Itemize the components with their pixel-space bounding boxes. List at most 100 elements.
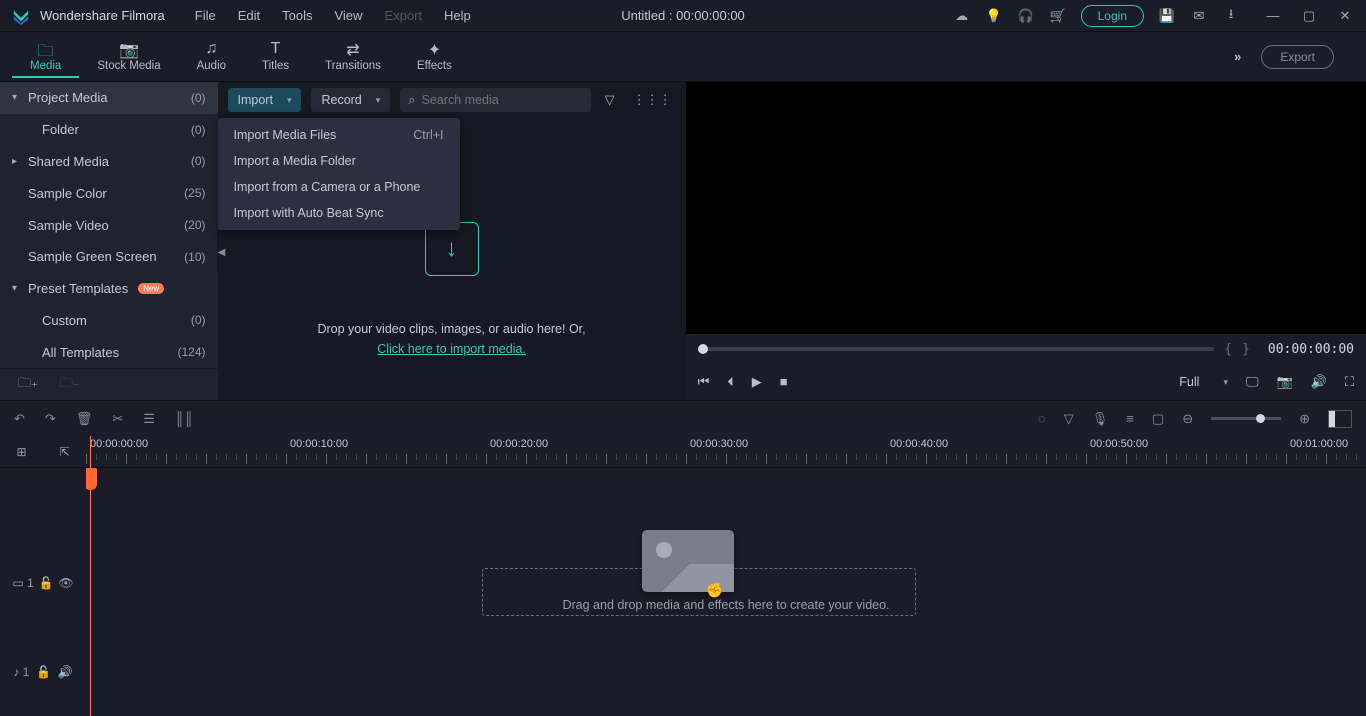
chevron-right-icon: ▸: [12, 156, 22, 167]
speaker-icon[interactable]: 🔊: [58, 665, 73, 679]
tab-titles[interactable]: TTitles: [244, 36, 307, 78]
sidebar-item-preset-templates[interactable]: ▾Preset TemplatesNew: [0, 273, 218, 305]
save-icon[interactable]: 💾: [1158, 7, 1176, 25]
zoom-slider[interactable]: [1211, 417, 1281, 420]
playhead[interactable]: [90, 436, 91, 716]
audio-adjust-icon[interactable]: ║║: [175, 411, 193, 426]
menu-tools[interactable]: Tools: [272, 4, 322, 27]
tab-audio[interactable]: ♫Audio: [179, 36, 244, 78]
tab-effects[interactable]: ✦Effects: [399, 36, 470, 78]
timeline-view-toggle[interactable]: [1328, 410, 1352, 428]
timeline-ruler[interactable]: 00:00:00:00 00:00:10:00 00:00:20:00 00:0…: [86, 436, 1366, 468]
tab-stock-media[interactable]: 📷Stock Media: [79, 36, 178, 78]
headphones-icon[interactable]: 🎧: [1017, 7, 1035, 25]
import-from-camera[interactable]: Import from a Camera or a Phone: [218, 174, 460, 200]
menu-help[interactable]: Help: [434, 4, 481, 27]
sidebar-item-custom[interactable]: Custom(0): [0, 305, 218, 337]
expand-tabs-icon[interactable]: »: [1222, 43, 1251, 70]
cart-icon[interactable]: 🛒: [1049, 7, 1067, 25]
sidebar-item-all-templates[interactable]: All Templates(124): [0, 336, 218, 368]
zoom-out-icon[interactable]: ⊖: [1182, 411, 1193, 427]
drop-text: Drop your video clips, images, or audio …: [317, 322, 585, 336]
volume-icon[interactable]: 🔊: [1311, 374, 1327, 390]
record-dropdown[interactable]: Record▾: [311, 88, 390, 112]
zoom-in-icon[interactable]: ⊕: [1299, 411, 1310, 427]
split-icon[interactable]: ✂: [112, 411, 123, 427]
menu-file[interactable]: File: [185, 4, 226, 27]
magnet-icon[interactable]: ⇱: [59, 445, 69, 459]
render-preview-icon[interactable]: ◌: [1038, 411, 1046, 426]
new-folder-icon[interactable]: 🗀₊: [18, 374, 38, 396]
preview-quality-icon[interactable]: 🖵: [1246, 374, 1259, 390]
menu-edit[interactable]: Edit: [228, 4, 270, 27]
preview-video[interactable]: [686, 82, 1366, 334]
menu-view[interactable]: View: [324, 4, 372, 27]
playhead-handle[interactable]: [86, 468, 97, 490]
chevron-down-icon: ▾: [12, 92, 22, 103]
tabs-row: 🗀Media 📷Stock Media ♫Audio TTitles ⇄Tran…: [0, 32, 1366, 82]
undo-icon[interactable]: ↶: [14, 411, 25, 427]
tab-transitions[interactable]: ⇄Transitions: [307, 36, 399, 78]
folder-icon: 🗀: [38, 40, 54, 58]
mail-icon[interactable]: ✉: [1190, 7, 1208, 25]
bulb-icon[interactable]: 💡: [985, 7, 1003, 25]
snapshot-icon[interactable]: 📷: [1277, 374, 1293, 390]
sidebar-item-sample-video[interactable]: Sample Video(20): [0, 209, 218, 241]
eye-icon[interactable]: 👁: [58, 576, 73, 590]
marker-icon[interactable]: ▽: [1064, 411, 1074, 427]
search-box[interactable]: ⌕: [400, 88, 590, 112]
mark-in-icon[interactable]: {: [1224, 342, 1232, 357]
keyframe-icon[interactable]: ▢: [1152, 411, 1164, 427]
zoom-thumb[interactable]: [1256, 414, 1265, 423]
search-input[interactable]: [422, 93, 583, 107]
stop-icon[interactable]: ■: [780, 374, 788, 390]
audio-track-1[interactable]: [86, 658, 1366, 698]
close-icon[interactable]: ✕: [1336, 7, 1354, 25]
sidebar-item-folder[interactable]: Folder(0): [0, 114, 218, 146]
import-drop-icon[interactable]: ↓: [425, 222, 479, 276]
redo-icon[interactable]: ↷: [45, 411, 56, 427]
chevron-down-icon: ▾: [287, 95, 292, 106]
tab-media[interactable]: 🗀Media: [12, 36, 79, 78]
import-media-files[interactable]: Import Media FilesCtrl+I: [218, 122, 460, 148]
maximize-icon[interactable]: ▢: [1300, 7, 1318, 25]
delete-icon[interactable]: 🗑: [76, 411, 93, 427]
lock-icon[interactable]: 🔓: [36, 665, 51, 679]
import-media-folder[interactable]: Import a Media Folder: [218, 148, 460, 174]
text-icon: T: [271, 40, 281, 58]
transitions-icon: ⇄: [346, 40, 359, 58]
import-auto-beat-sync[interactable]: Import with Auto Beat Sync: [218, 200, 460, 226]
export-button[interactable]: Export: [1261, 45, 1334, 69]
sidebar-item-shared-media[interactable]: ▸Shared Media(0): [0, 146, 218, 178]
mark-out-icon[interactable]: }: [1242, 342, 1250, 357]
preview-fit-dropdown[interactable]: Full▾: [1179, 375, 1228, 389]
filter-icon[interactable]: ▽: [601, 92, 619, 108]
login-button[interactable]: Login: [1081, 5, 1144, 27]
step-back-icon[interactable]: ⏴: [727, 374, 734, 390]
video-track-header[interactable]: ▭ 1 🔓 👁: [0, 538, 86, 627]
audio-track-header[interactable]: ♪ 1 🔓 🔊: [0, 627, 86, 716]
cloud-icon[interactable]: ☁: [953, 7, 971, 25]
preview-scrubber[interactable]: [698, 347, 1215, 351]
download-icon[interactable]: ⭳: [1222, 7, 1240, 25]
sidebar-item-sample-green-screen[interactable]: Sample Green Screen(10): [0, 241, 218, 273]
timeline-body[interactable]: 00:00:00:00 00:00:10:00 00:00:20:00 00:0…: [86, 436, 1366, 716]
track-manager-icon[interactable]: ⊞: [16, 445, 26, 459]
import-dropdown[interactable]: Import▾: [228, 88, 302, 112]
collapse-sidebar-handle[interactable]: ◀: [217, 232, 227, 272]
fullscreen-icon[interactable]: ⛶: [1345, 374, 1354, 390]
import-link[interactable]: Click here to import media.: [377, 342, 526, 356]
lock-icon[interactable]: 🔓: [39, 576, 54, 590]
grid-view-icon[interactable]: ⋮⋮⋮: [629, 92, 676, 108]
preview-scrub-thumb[interactable]: [698, 344, 708, 354]
voiceover-icon[interactable]: 🎙: [1092, 411, 1109, 427]
sidebar-item-project-media[interactable]: ▾Project Media(0): [0, 82, 218, 114]
prev-frame-icon[interactable]: ⏮: [698, 374, 710, 390]
mixer-icon[interactable]: ≡: [1126, 411, 1134, 426]
minimize-icon[interactable]: —: [1264, 7, 1282, 25]
sidebar-item-sample-color[interactable]: Sample Color(25): [0, 177, 218, 209]
search-icon: ⌕: [408, 92, 415, 108]
delete-folder-icon[interactable]: 🗀₋: [60, 374, 80, 396]
play-icon[interactable]: ▶: [752, 374, 762, 390]
crop-icon[interactable]: ☰: [143, 411, 155, 427]
